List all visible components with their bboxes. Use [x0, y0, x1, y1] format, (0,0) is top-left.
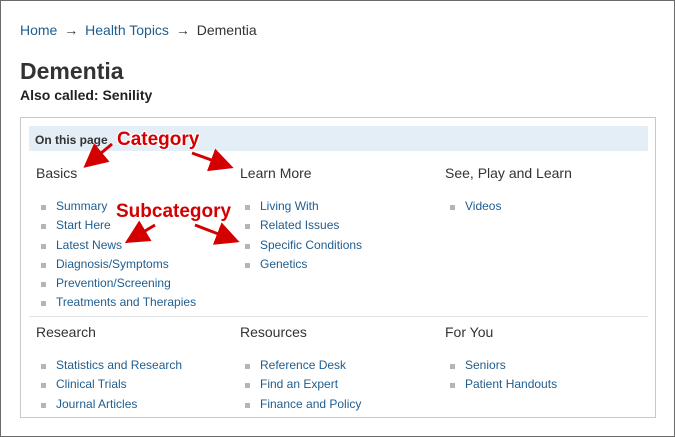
- section-title: For You: [445, 324, 494, 340]
- link-living-with[interactable]: Living With: [260, 199, 319, 213]
- link-prevention-screening[interactable]: Prevention/Screening: [56, 276, 171, 290]
- link-videos[interactable]: Videos: [465, 199, 501, 213]
- link-start-here[interactable]: Start Here: [56, 218, 111, 232]
- section-see-play-learn: See, Play and Learn Videos: [445, 165, 572, 216]
- list-item: Clinical Trials: [36, 375, 182, 394]
- link-clinical-trials[interactable]: Clinical Trials: [56, 377, 127, 391]
- section-basics: Basics Summary Start Here Latest News Di…: [36, 165, 196, 313]
- section-learn-more: Learn More Living With Related Issues Sp…: [240, 165, 362, 274]
- annotation-category: Category: [117, 129, 200, 150]
- link-reference-desk[interactable]: Reference Desk: [260, 358, 346, 372]
- section-resources: Resources Reference Desk Find an Expert …: [240, 324, 361, 414]
- list-item: Statistics and Research: [36, 356, 182, 375]
- list-item: Related Issues: [240, 216, 362, 235]
- list-item: Finance and Policy: [240, 395, 361, 414]
- list-item: Reference Desk: [240, 356, 361, 375]
- breadcrumb-health-topics-link[interactable]: Health Topics: [85, 22, 169, 38]
- link-treatments-therapies[interactable]: Treatments and Therapies: [56, 295, 196, 309]
- link-statistics-research[interactable]: Statistics and Research: [56, 358, 182, 372]
- also-called: Also called: Senility: [20, 87, 153, 103]
- link-latest-news[interactable]: Latest News: [56, 238, 122, 252]
- link-genetics[interactable]: Genetics: [260, 257, 307, 271]
- section-divider: [29, 316, 648, 317]
- link-diagnosis-symptoms[interactable]: Diagnosis/Symptoms: [56, 257, 169, 271]
- list-item: Treatments and Therapies: [36, 293, 196, 312]
- list-item: Living With: [240, 197, 362, 216]
- list-item: Patient Handouts: [445, 375, 557, 394]
- section-research: Research Statistics and Research Clinica…: [36, 324, 182, 414]
- link-find-expert[interactable]: Find an Expert: [260, 377, 338, 391]
- breadcrumb-home-link[interactable]: Home: [20, 22, 57, 38]
- list-item: Diagnosis/Symptoms: [36, 255, 196, 274]
- list-item: Videos: [445, 197, 572, 216]
- link-patient-handouts[interactable]: Patient Handouts: [465, 377, 557, 391]
- section-for-you: For You Seniors Patient Handouts: [445, 324, 557, 395]
- list-item: Latest News: [36, 236, 196, 255]
- link-specific-conditions[interactable]: Specific Conditions: [260, 238, 362, 252]
- section-title: Learn More: [240, 165, 312, 181]
- on-this-page-box: On this page Basics Summary Start Here L…: [20, 117, 656, 418]
- list-item: Specific Conditions: [240, 236, 362, 255]
- link-summary[interactable]: Summary: [56, 199, 107, 213]
- link-finance-policy[interactable]: Finance and Policy: [260, 397, 361, 411]
- list-item: Genetics: [240, 255, 362, 274]
- breadcrumb-separator: →: [64, 22, 79, 38]
- list-item: Seniors: [445, 356, 557, 375]
- page-title: Dementia: [20, 58, 124, 84]
- list-item: Journal Articles: [36, 395, 182, 414]
- link-journal-articles[interactable]: Journal Articles: [56, 397, 137, 411]
- link-seniors[interactable]: Seniors: [465, 358, 506, 372]
- annotation-subcategory: Subcategory: [116, 201, 232, 222]
- breadcrumb-separator: →: [175, 22, 190, 38]
- section-title: Research: [36, 324, 96, 340]
- breadcrumb: Home → Health Topics → Dementia: [20, 22, 257, 38]
- list-item: Find an Expert: [240, 375, 361, 394]
- section-title: Resources: [240, 324, 307, 340]
- section-title: See, Play and Learn: [445, 165, 572, 181]
- link-related-issues[interactable]: Related Issues: [260, 218, 339, 232]
- list-item: Prevention/Screening: [36, 274, 196, 293]
- breadcrumb-current: Dementia: [196, 22, 257, 38]
- section-title: Basics: [36, 165, 78, 181]
